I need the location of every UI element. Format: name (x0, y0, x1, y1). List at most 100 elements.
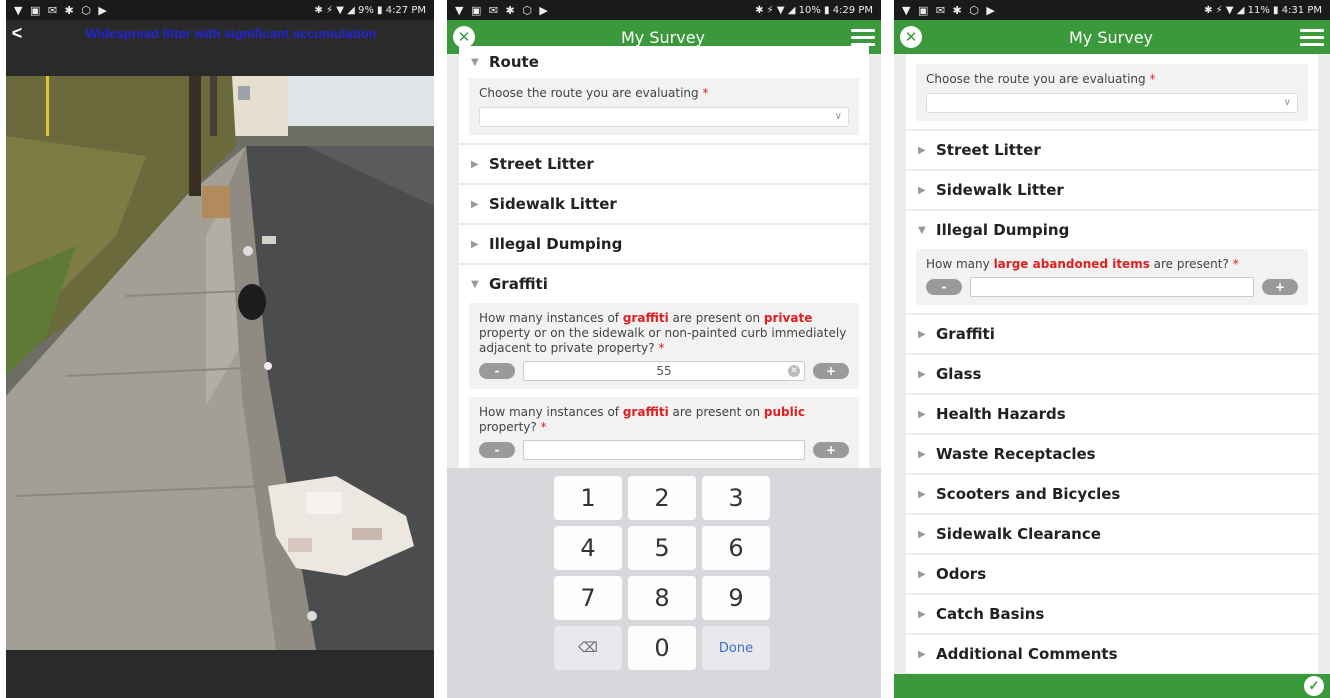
triangle-right-icon: ▶ (918, 648, 926, 660)
key-4[interactable]: 4 (554, 526, 622, 570)
section-header[interactable]: ▶ Graffiti (906, 315, 1318, 353)
required-marker: * (540, 420, 547, 434)
key-6[interactable]: 6 (702, 526, 770, 570)
section-header-graffiti[interactable]: ▼ Graffiti (459, 265, 869, 303)
section-sidewalk-litter[interactable]: ▶ Sidewalk Litter (459, 185, 869, 225)
submit-check-icon[interactable]: ✓ (1304, 676, 1324, 696)
section-header[interactable]: ▶ Scooters and Bicycles (906, 475, 1318, 513)
survey-screen-keypad: ▼ ▣ ✉ ✱ ⬡ ▶ ✱ ⚡ ▼ ◢ 10% ▮ 4:29 PM ✕ My S… (447, 0, 881, 698)
key-3[interactable]: 3 (702, 476, 770, 520)
key-9[interactable]: 9 (702, 576, 770, 620)
street-photo-image (6, 76, 434, 650)
photo-screen: ▼ ▣ ✉ ✱ ⬡ ▶ ✱ ⚡ ▼ ◢ 9% ▮ 4:27 PM < Wides… (6, 0, 434, 698)
triangle-right-icon: ▶ (471, 158, 479, 170)
section-route: ▼ Route Choose the route you are evaluat… (459, 46, 869, 145)
section-street-litter[interactable]: ▶ Street Litter (906, 131, 1318, 171)
graffiti-private-input[interactable]: 55 ✕ (523, 361, 805, 381)
section-label: Additional Comments (936, 645, 1118, 663)
section-header[interactable]: ▶ Waste Receptacles (906, 435, 1318, 473)
section-header[interactable]: ▶ Illegal Dumping (459, 225, 869, 263)
section-label: Scooters and Bicycles (936, 485, 1121, 503)
section-label: Route (489, 53, 539, 71)
section-label: Health Hazards (936, 405, 1066, 423)
question-text: property? (479, 420, 537, 434)
decrement-button[interactable]: - (479, 442, 515, 458)
question-text: Choose the route you are evaluating (479, 86, 699, 100)
key-0[interactable]: 0 (628, 626, 696, 670)
status-icons-right: ✱ ⚡ ▼ ◢ 9% ▮ 4:27 PM (314, 4, 426, 16)
section-header[interactable]: ▶ Street Litter (906, 131, 1318, 169)
section-header[interactable]: ▶ Health Hazards (906, 395, 1318, 433)
chevron-down-icon: ∨ (834, 111, 842, 122)
question-text: How many instances of (479, 311, 623, 325)
key-2[interactable]: 2 (628, 476, 696, 520)
section-header[interactable]: ▶ Sidewalk Litter (906, 171, 1318, 209)
section-label: Waste Receptacles (936, 445, 1096, 463)
section-catch-basins[interactable]: ▶ Catch Basins (906, 595, 1318, 635)
question-highlight: graffiti (622, 311, 669, 325)
clear-icon[interactable]: ✕ (788, 365, 800, 377)
section-header[interactable]: ▶ Glass (906, 355, 1318, 393)
section-label: Glass (936, 365, 982, 383)
large-items-input[interactable] (970, 277, 1254, 297)
key-8[interactable]: 8 (628, 576, 696, 620)
section-label: Graffiti (489, 275, 548, 293)
decrement-button[interactable]: - (479, 363, 515, 379)
section-odors[interactable]: ▶ Odors (906, 555, 1318, 595)
hamburger-menu-icon[interactable] (1299, 28, 1324, 46)
key-7[interactable]: 7 (554, 576, 622, 620)
triangle-down-icon: ▼ (471, 56, 479, 68)
backspace-key-icon[interactable]: ⌫ (554, 626, 622, 670)
section-header[interactable]: ▶ Odors (906, 555, 1318, 593)
route-select[interactable]: ∨ (479, 107, 849, 127)
section-header[interactable]: ▶ Sidewalk Litter (459, 185, 869, 223)
question-text: How many instances of (479, 405, 623, 419)
question-text: are present? (1149, 257, 1229, 271)
section-glass[interactable]: ▶ Glass (906, 355, 1318, 395)
section-header[interactable]: ▶ Additional Comments (906, 635, 1318, 673)
section-additional-comments[interactable]: ▶ Additional Comments (906, 635, 1318, 675)
section-sidewalk-litter[interactable]: ▶ Sidewalk Litter (906, 171, 1318, 211)
section-sidewalk-clearance[interactable]: ▶ Sidewalk Clearance (906, 515, 1318, 555)
done-key[interactable]: Done (702, 626, 770, 670)
photo-caption: Widespread litter with significant accum… (85, 25, 377, 41)
increment-button[interactable]: + (813, 363, 849, 379)
status-bar: ▼ ▣ ✉ ✱ ⬡ ▶ ✱ ⚡ ▼ ◢ 10% ▮ 4:29 PM (447, 0, 881, 20)
required-marker: * (658, 341, 665, 355)
section-waste-receptacles[interactable]: ▶ Waste Receptacles (906, 435, 1318, 475)
section-header[interactable]: ▶ Street Litter (459, 145, 869, 183)
hamburger-menu-icon[interactable] (850, 28, 875, 46)
key-5[interactable]: 5 (628, 526, 696, 570)
section-label: Graffiti (936, 325, 995, 343)
section-illegal-dumping[interactable]: ▶ Illegal Dumping (459, 225, 869, 265)
question-highlight: private (763, 311, 813, 325)
key-1[interactable]: 1 (554, 476, 622, 520)
section-scooters-bicycles[interactable]: ▶ Scooters and Bicycles (906, 475, 1318, 515)
section-health-hazards[interactable]: ▶ Health Hazards (906, 395, 1318, 435)
close-icon[interactable]: ✕ (453, 26, 475, 48)
section-label: Illegal Dumping (936, 221, 1070, 239)
app-header: ✕ My Survey (894, 20, 1330, 54)
question-highlight: graffiti (622, 405, 669, 419)
section-graffiti[interactable]: ▶ Graffiti (906, 315, 1318, 355)
section-list: ▶ Graffiti ▶ Glass ▶ Health Hazards ▶ Waste … (894, 315, 1330, 675)
section-header-route[interactable]: ▼ Route (459, 46, 869, 78)
decrement-button[interactable]: - (926, 279, 962, 295)
increment-button[interactable]: + (813, 442, 849, 458)
section-graffiti: ▼ Graffiti How many instances of graffit… (459, 265, 869, 478)
status-bar: ▼ ▣ ✉ ✱ ⬡ ▶ ✱ ⚡ ▼ ◢ 11% ▮ 4:31 PM (894, 0, 1330, 20)
app-title: My Survey (620, 27, 705, 47)
graffiti-public-input[interactable] (523, 440, 805, 460)
close-icon[interactable]: ✕ (900, 26, 922, 48)
status-icons-left: ▼ ▣ ✉ ✱ ⬡ ▶ (902, 3, 997, 17)
route-select[interactable]: ∨ (926, 93, 1298, 113)
section-header-illegal-dumping[interactable]: ▼ Illegal Dumping (906, 211, 1318, 249)
section-street-litter[interactable]: ▶ Street Litter (459, 145, 869, 185)
section-header[interactable]: ▶ Sidewalk Clearance (906, 515, 1318, 553)
question-graffiti-public: How many instances of graffiti are prese… (469, 397, 859, 468)
increment-button[interactable]: + (1262, 279, 1298, 295)
back-arrow-icon[interactable]: < (6, 23, 28, 44)
triangle-right-icon: ▶ (471, 198, 479, 210)
section-header[interactable]: ▶ Catch Basins (906, 595, 1318, 633)
triangle-right-icon: ▶ (918, 144, 926, 156)
